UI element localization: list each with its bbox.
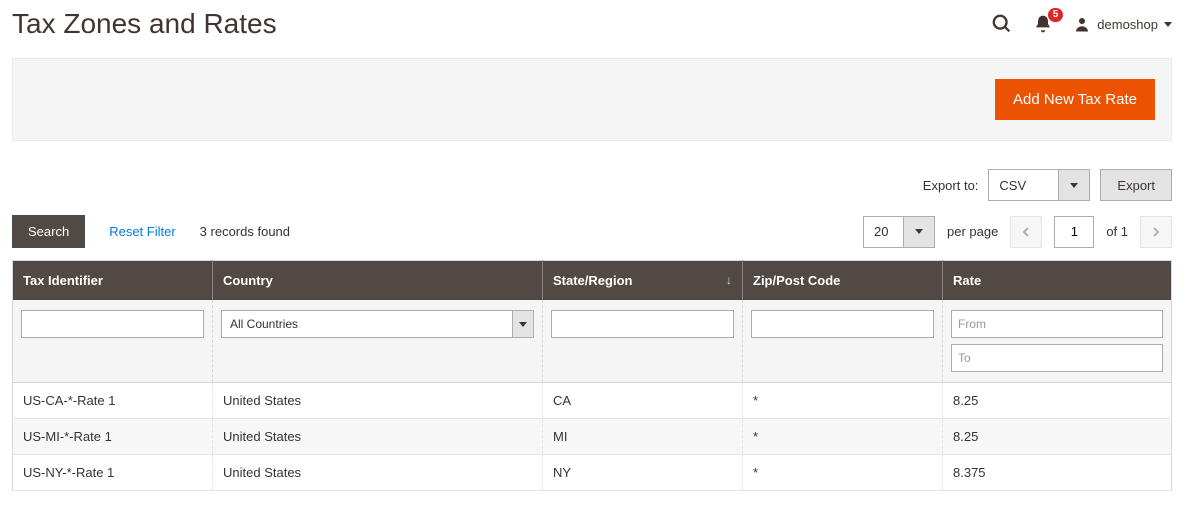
user-icon xyxy=(1073,15,1091,33)
cell-country: United States xyxy=(213,419,543,455)
cell-rate: 8.375 xyxy=(943,455,1172,491)
chevron-down-icon xyxy=(903,216,935,248)
notifications-icon[interactable]: 5 xyxy=(1033,14,1053,34)
export-format-select[interactable]: CSV xyxy=(988,169,1090,201)
page-header: Tax Zones and Rates 5 demoshop xyxy=(12,8,1172,40)
col-header-rate[interactable]: Rate xyxy=(943,261,1172,301)
page-title: Tax Zones and Rates xyxy=(12,8,277,40)
export-button[interactable]: Export xyxy=(1100,169,1172,201)
cell-rate: 8.25 xyxy=(943,419,1172,455)
col-header-zip[interactable]: Zip/Post Code xyxy=(743,261,943,301)
next-page-button[interactable] xyxy=(1140,216,1172,248)
username: demoshop xyxy=(1097,17,1158,32)
cell-rate: 8.25 xyxy=(943,383,1172,419)
cell-state: MI xyxy=(543,419,743,455)
filter-country-select[interactable]: All Countries xyxy=(221,310,534,338)
export-format-value: CSV xyxy=(988,169,1058,201)
tax-rates-grid: Tax Identifier Country State/Region↓ Zip… xyxy=(12,260,1172,491)
chevron-down-icon xyxy=(512,310,534,338)
chevron-down-icon xyxy=(1058,169,1090,201)
filter-rate-from-input[interactable] xyxy=(951,310,1163,338)
cell-country: United States xyxy=(213,383,543,419)
export-row: Export to: CSV Export xyxy=(12,169,1172,201)
table-row[interactable]: US-NY-*-Rate 1 United States NY * 8.375 xyxy=(13,455,1172,491)
cell-country: United States xyxy=(213,455,543,491)
col-header-state[interactable]: State/Region↓ xyxy=(543,261,743,301)
current-page-input[interactable] xyxy=(1054,216,1094,248)
search-button[interactable]: Search xyxy=(12,215,85,248)
per-page-select[interactable]: 20 xyxy=(863,216,935,248)
col-header-tax-identifier[interactable]: Tax Identifier xyxy=(13,261,213,301)
sort-arrow-icon: ↓ xyxy=(726,273,732,287)
search-icon[interactable] xyxy=(991,13,1013,35)
col-header-country[interactable]: Country xyxy=(213,261,543,301)
cell-tax-identifier: US-CA-*-Rate 1 xyxy=(13,383,213,419)
cell-state: CA xyxy=(543,383,743,419)
prev-page-button[interactable] xyxy=(1010,216,1042,248)
notifications-badge: 5 xyxy=(1048,8,1064,22)
cell-zip: * xyxy=(743,455,943,491)
cell-zip: * xyxy=(743,383,943,419)
export-label: Export to: xyxy=(923,178,979,193)
records-found: 3 records found xyxy=(200,224,290,239)
total-pages-label: of 1 xyxy=(1106,224,1128,239)
filter-row: All Countries xyxy=(13,300,1172,383)
table-row[interactable]: US-CA-*-Rate 1 United States CA * 8.25 xyxy=(13,383,1172,419)
action-bar: Add New Tax Rate xyxy=(12,58,1172,141)
filter-rate-to-input[interactable] xyxy=(951,344,1163,372)
cell-state: NY xyxy=(543,455,743,491)
filter-state-input[interactable] xyxy=(551,310,734,338)
user-menu[interactable]: demoshop xyxy=(1073,15,1172,33)
chevron-down-icon xyxy=(1164,22,1172,27)
cell-tax-identifier: US-NY-*-Rate 1 xyxy=(13,455,213,491)
reset-filter-link[interactable]: Reset Filter xyxy=(109,224,175,239)
add-new-tax-rate-button[interactable]: Add New Tax Rate xyxy=(995,79,1155,120)
table-row[interactable]: US-MI-*-Rate 1 United States MI * 8.25 xyxy=(13,419,1172,455)
grid-toolbar: Search Reset Filter 3 records found 20 p… xyxy=(12,215,1172,248)
per-page-label: per page xyxy=(947,224,998,239)
filter-zip-input[interactable] xyxy=(751,310,934,338)
cell-zip: * xyxy=(743,419,943,455)
cell-tax-identifier: US-MI-*-Rate 1 xyxy=(13,419,213,455)
per-page-value: 20 xyxy=(863,216,903,248)
filter-tax-identifier-input[interactable] xyxy=(21,310,204,338)
